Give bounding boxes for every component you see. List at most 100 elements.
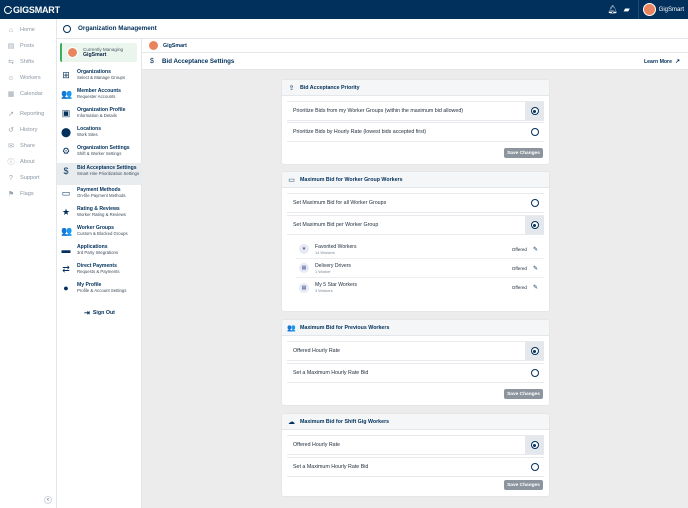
notifications-bell-icon[interactable]: 🔔︎ bbox=[606, 0, 620, 19]
org-avatar bbox=[149, 41, 158, 50]
sub-nav-subtitle: Information & Details bbox=[77, 113, 117, 119]
option-label: Offered Hourly Rate bbox=[293, 442, 341, 448]
bid-acceptance-icon: $ bbox=[150, 57, 154, 65]
sub-nav-subtitle: Profile & Account Settings bbox=[77, 288, 127, 294]
radio-cell bbox=[525, 458, 544, 476]
group-icon: ▦ bbox=[299, 282, 309, 293]
breadcrumb-org[interactable]: GigSmart bbox=[163, 43, 187, 49]
radio-button[interactable] bbox=[530, 107, 539, 115]
max-bid-per-group-option[interactable]: Set Maximum Bid per Worker Group bbox=[287, 215, 544, 235]
left-nav-label: Workers bbox=[20, 75, 41, 81]
save-changes-button[interactable]: Save Changes bbox=[504, 389, 543, 399]
radio-button[interactable] bbox=[530, 347, 539, 355]
sub-nav-item-applications[interactable]: ▬ Applications 3rd Party Integrations bbox=[57, 243, 142, 261]
sub-nav-item-organizations[interactable]: ⊞ Organizations Select & Manage Groups bbox=[57, 68, 142, 86]
radio-button[interactable] bbox=[530, 463, 539, 471]
radio-button[interactable] bbox=[530, 369, 539, 377]
sub-nav-item-my-profile[interactable]: ● My Profile Profile & Account Settings bbox=[57, 281, 142, 299]
left-nav-item-calendar[interactable]: ▦ Calendar bbox=[0, 86, 56, 102]
edit-pencil-icon[interactable]: ✎ bbox=[533, 246, 538, 253]
sub-nav-subtitle: Shift & Worker Settings bbox=[77, 151, 122, 157]
max-hourly-rate-bid-option[interactable]: Set a Maximum Hourly Rate Bid bbox=[287, 457, 544, 477]
external-link-icon: ↗ bbox=[674, 59, 680, 65]
brand-name: GIGSMART bbox=[13, 4, 60, 15]
currently-managing-card[interactable]: Currently Managing GigSmart bbox=[60, 43, 137, 62]
sub-nav-item-organization-settings[interactable]: ⚙ Organization Settings Shift & Worker Set… bbox=[57, 144, 142, 162]
edit-pencil-icon[interactable]: ✎ bbox=[533, 284, 538, 291]
left-nav-label: History bbox=[20, 127, 38, 133]
currently-managing-org: GigSmart bbox=[83, 52, 107, 58]
priority-option-hourly-rate[interactable]: Prioritize Bids by Hourly Rate (lowest b… bbox=[287, 122, 544, 142]
left-nav-item-history[interactable]: ↺ History bbox=[0, 122, 56, 138]
radio-button[interactable] bbox=[530, 199, 539, 207]
sub-nav-item-direct-payments[interactable]: ⇄ Direct Payments Requests & Payments bbox=[57, 262, 142, 280]
radio-button[interactable] bbox=[530, 221, 539, 229]
left-nav-label: About bbox=[20, 159, 35, 165]
radio-cell bbox=[525, 342, 544, 360]
group-bid-status: Offered bbox=[511, 246, 527, 252]
radio-button[interactable] bbox=[530, 128, 539, 136]
offered-hourly-rate-option[interactable]: Offered Hourly Rate bbox=[287, 341, 544, 361]
left-nav-item-reporting[interactable]: ↗ Reporting bbox=[0, 106, 56, 122]
workers-icon: ☺ bbox=[7, 74, 15, 82]
left-nav-item-posts[interactable]: ▤ Posts bbox=[0, 38, 56, 54]
sub-nav-item-bid-acceptance-settings[interactable]: $ Bid Acceptance Settings Smart Hire Prior… bbox=[57, 163, 142, 185]
previous-workers-icon: 👥 bbox=[287, 324, 296, 332]
learn-more-link[interactable]: Learn More ↗ bbox=[644, 58, 680, 66]
page-title: Bid Acceptance Settings bbox=[162, 57, 235, 65]
left-nav-label: Share bbox=[20, 143, 35, 149]
collapse-nav-chevron-icon[interactable]: ‹ bbox=[44, 496, 52, 504]
radio-cell bbox=[525, 436, 544, 454]
globe-icon bbox=[63, 24, 71, 33]
avatar bbox=[642, 3, 656, 16]
bid-acceptance-icon: $ bbox=[63, 166, 69, 176]
left-nav-item-about[interactable]: ⓘ About bbox=[0, 154, 56, 170]
option-label: Set a Maximum Hourly Rate Bid bbox=[293, 370, 369, 376]
sub-nav-item-rating-reviews[interactable]: ★ Rating & Reviews Worker Rating & Reviews bbox=[57, 205, 142, 223]
save-changes-button[interactable]: Save Changes bbox=[504, 148, 543, 158]
left-nav-item-shifts[interactable]: ⇆ Shifts bbox=[0, 54, 56, 70]
breadcrumb: GigSmart bbox=[142, 39, 688, 53]
sub-nav-subtitle: Requests & Payments bbox=[77, 269, 120, 275]
left-nav-item-support[interactable]: ? Support bbox=[0, 170, 56, 186]
payment-methods-icon: ▭ bbox=[61, 188, 71, 198]
left-nav-item-flags[interactable]: ⚑ Flags bbox=[0, 186, 56, 202]
worker-group-icon: ▭ bbox=[288, 176, 295, 184]
sub-nav-subtitle: Work Sites bbox=[77, 132, 98, 138]
max-hourly-rate-bid-option[interactable]: Set a Maximum Hourly Rate Bid bbox=[287, 363, 544, 383]
radio-button[interactable] bbox=[530, 441, 539, 449]
gigsmart-logo[interactable]: GIGSMART bbox=[4, 5, 60, 15]
priority-icon: ⇪ bbox=[288, 84, 295, 92]
locations-icon: ⬤ bbox=[61, 127, 72, 137]
messages-icon[interactable]: ▰ bbox=[620, 0, 634, 19]
sub-nav-subtitle: Worker Rating & Reviews bbox=[77, 212, 126, 218]
org-avatar bbox=[67, 47, 78, 58]
max-bid-all-groups-option[interactable]: Set Maximum Bid for all Worker Groups bbox=[287, 193, 544, 213]
left-nav-item-workers[interactable]: ☺ Workers bbox=[0, 70, 56, 86]
left-nav-label: Flags bbox=[20, 191, 34, 197]
worker-group-row: ▦ Delivery Drivers 1 Worker Offered ✎ bbox=[296, 259, 544, 278]
offered-hourly-rate-option[interactable]: Offered Hourly Rate bbox=[287, 435, 544, 455]
save-changes-button[interactable]: Save Changes bbox=[504, 480, 543, 490]
left-nav-label: Posts bbox=[20, 43, 34, 49]
sub-nav-item-payment-methods[interactable]: ▭ Payment Methods On-file Payment Methods bbox=[57, 186, 142, 204]
sub-nav-item-member-accounts[interactable]: 👥 Member Accounts Requester Accounts bbox=[57, 87, 142, 105]
left-nav-item-share[interactable]: ✉ Share bbox=[0, 138, 56, 154]
edit-pencil-icon[interactable]: ✎ bbox=[533, 265, 538, 272]
left-nav-item-home[interactable]: ⌂ Home bbox=[0, 22, 56, 38]
radio-cell bbox=[525, 102, 544, 120]
priority-option-worker-groups[interactable]: Prioritize Bids from my Worker Groups (w… bbox=[287, 101, 544, 121]
card-title: Maximum Bid for Worker Group Workers bbox=[300, 176, 403, 183]
star-icon: ★ bbox=[61, 207, 71, 217]
sub-nav-subtitle: Custom & Blocked Groups bbox=[77, 231, 128, 237]
card-title: Maximum Bid for Previous Workers bbox=[300, 324, 390, 331]
left-nav-label: Support bbox=[20, 175, 40, 181]
sign-out-button[interactable]: ⇥ Sign Out bbox=[84, 309, 115, 317]
sub-nav-item-organization-profile[interactable]: ▣ Organization Profile Information & Detai… bbox=[57, 106, 142, 124]
option-label: Set Maximum Bid for all Worker Groups bbox=[293, 200, 387, 206]
user-menu[interactable]: GigSmart bbox=[642, 3, 688, 16]
sub-nav-item-locations[interactable]: ⬤ Locations Work Sites bbox=[57, 125, 142, 143]
group-count: 3 Workers bbox=[315, 288, 333, 293]
sub-nav-item-worker-groups[interactable]: 👥 Worker Groups Custom & Blocked Groups bbox=[57, 224, 142, 242]
page-header: $ Bid Acceptance Settings Learn More ↗ bbox=[142, 53, 688, 70]
